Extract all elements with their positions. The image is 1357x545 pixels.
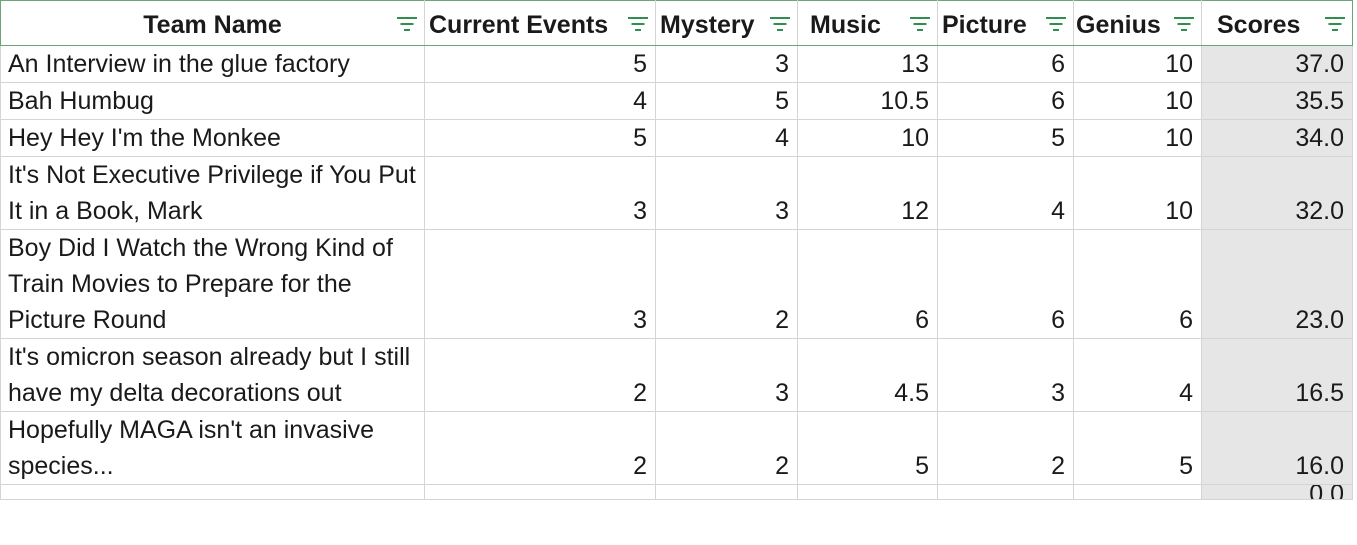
- team-name-cell[interactable]: An Interview in the glue factory: [0, 45, 425, 83]
- empty-cell[interactable]: [424, 484, 656, 500]
- team-name-cell[interactable]: Hopefully MAGA isn't an invasive species…: [0, 411, 425, 485]
- picture-cell[interactable]: 6: [937, 82, 1074, 120]
- mystery-cell[interactable]: 5: [655, 82, 798, 120]
- scores-value: 0.0: [1309, 485, 1344, 499]
- column-header-genius[interactable]: Genius: [1073, 0, 1202, 46]
- mystery-cell[interactable]: 3: [655, 338, 798, 412]
- music-cell[interactable]: 4.5: [797, 338, 938, 412]
- column-header-label: Genius: [1076, 11, 1161, 39]
- table-row: It's Not Executive Privilege if You Put …: [0, 156, 1353, 230]
- mystery-cell[interactable]: 3: [655, 45, 798, 83]
- genius-cell[interactable]: 10: [1073, 156, 1202, 230]
- genius-cell[interactable]: 5: [1073, 411, 1202, 485]
- column-header-label: Team Name: [143, 11, 282, 39]
- scores-cell[interactable]: 37.0: [1201, 45, 1353, 83]
- scores-cell[interactable]: 32.0: [1201, 156, 1353, 230]
- current-events-cell[interactable]: 5: [424, 45, 656, 83]
- team-name-cell[interactable]: Hey Hey I'm the Monkee: [0, 119, 425, 157]
- genius-cell[interactable]: 6: [1073, 229, 1202, 339]
- scores-cell[interactable]: 35.5: [1201, 82, 1353, 120]
- column-header-label: Picture: [942, 11, 1027, 39]
- filter-icon[interactable]: [1173, 17, 1195, 33]
- filter-icon[interactable]: [1324, 17, 1346, 33]
- filter-icon[interactable]: [396, 17, 418, 33]
- current-events-cell[interactable]: 4: [424, 82, 656, 120]
- scores-cell[interactable]: 34.0: [1201, 119, 1353, 157]
- table-row: It's omicron season already but I still …: [0, 338, 1353, 412]
- empty-cell[interactable]: [0, 484, 425, 500]
- table-row: Hey Hey I'm the Monkee 5 4 10 5 10 34.0: [0, 119, 1353, 157]
- column-header-label: Scores: [1217, 11, 1301, 39]
- filter-icon[interactable]: [909, 17, 931, 33]
- genius-cell[interactable]: 10: [1073, 82, 1202, 120]
- team-name-cell[interactable]: It's Not Executive Privilege if You Put …: [0, 156, 425, 230]
- team-name-cell[interactable]: Boy Did I Watch the Wrong Kind of Train …: [0, 229, 425, 339]
- mystery-cell[interactable]: 3: [655, 156, 798, 230]
- column-header-current-events[interactable]: Current Events: [424, 0, 656, 46]
- current-events-cell[interactable]: 5: [424, 119, 656, 157]
- music-cell[interactable]: 6: [797, 229, 938, 339]
- music-cell[interactable]: 10.5: [797, 82, 938, 120]
- scores-cell[interactable]: 16.0: [1201, 411, 1353, 485]
- mystery-cell[interactable]: 2: [655, 411, 798, 485]
- column-header-team-name[interactable]: Team Name: [0, 0, 425, 46]
- filter-icon[interactable]: [769, 17, 791, 33]
- empty-cell[interactable]: [655, 484, 798, 500]
- picture-cell[interactable]: 4: [937, 156, 1074, 230]
- current-events-cell[interactable]: 3: [424, 156, 656, 230]
- table-row: Boy Did I Watch the Wrong Kind of Train …: [0, 229, 1353, 339]
- column-header-picture[interactable]: Picture: [937, 0, 1074, 46]
- picture-cell[interactable]: 2: [937, 411, 1074, 485]
- filter-icon[interactable]: [1045, 17, 1067, 33]
- mystery-cell[interactable]: 2: [655, 229, 798, 339]
- column-header-label: Mystery: [660, 11, 755, 39]
- picture-cell[interactable]: 6: [937, 45, 1074, 83]
- music-cell[interactable]: 10: [797, 119, 938, 157]
- current-events-cell[interactable]: 2: [424, 338, 656, 412]
- music-cell[interactable]: 12: [797, 156, 938, 230]
- spreadsheet-table: Team Name Current Events Mystery Music P…: [0, 0, 1353, 500]
- current-events-cell[interactable]: 3: [424, 229, 656, 339]
- picture-cell[interactable]: 6: [937, 229, 1074, 339]
- picture-cell[interactable]: 3: [937, 338, 1074, 412]
- table-row-partial: 0.0: [0, 484, 1353, 500]
- empty-cell[interactable]: [1073, 484, 1202, 500]
- mystery-cell[interactable]: 4: [655, 119, 798, 157]
- table-row: Bah Humbug 4 5 10.5 6 10 35.5: [0, 82, 1353, 120]
- picture-cell[interactable]: 5: [937, 119, 1074, 157]
- table-row: Hopefully MAGA isn't an invasive species…: [0, 411, 1353, 485]
- header-row: Team Name Current Events Mystery Music P…: [0, 0, 1353, 46]
- filter-icon[interactable]: [627, 17, 649, 33]
- music-cell[interactable]: 13: [797, 45, 938, 83]
- table-row: An Interview in the glue factory 5 3 13 …: [0, 45, 1353, 83]
- column-header-label: Current Events: [429, 11, 609, 39]
- current-events-cell[interactable]: 2: [424, 411, 656, 485]
- scores-cell[interactable]: 23.0: [1201, 229, 1353, 339]
- column-header-mystery[interactable]: Mystery: [655, 0, 798, 46]
- column-header-label: Music: [810, 11, 881, 39]
- music-cell[interactable]: 5: [797, 411, 938, 485]
- empty-cell[interactable]: [937, 484, 1074, 500]
- genius-cell[interactable]: 10: [1073, 45, 1202, 83]
- scores-cell[interactable]: 16.5: [1201, 338, 1353, 412]
- genius-cell[interactable]: 4: [1073, 338, 1202, 412]
- column-header-scores[interactable]: Scores: [1201, 0, 1353, 46]
- genius-cell[interactable]: 10: [1073, 119, 1202, 157]
- empty-cell[interactable]: [797, 484, 938, 500]
- team-name-cell[interactable]: Bah Humbug: [0, 82, 425, 120]
- team-name-cell[interactable]: It's omicron season already but I still …: [0, 338, 425, 412]
- scores-cell[interactable]: 0.0: [1201, 484, 1353, 500]
- column-header-music[interactable]: Music: [797, 0, 938, 46]
